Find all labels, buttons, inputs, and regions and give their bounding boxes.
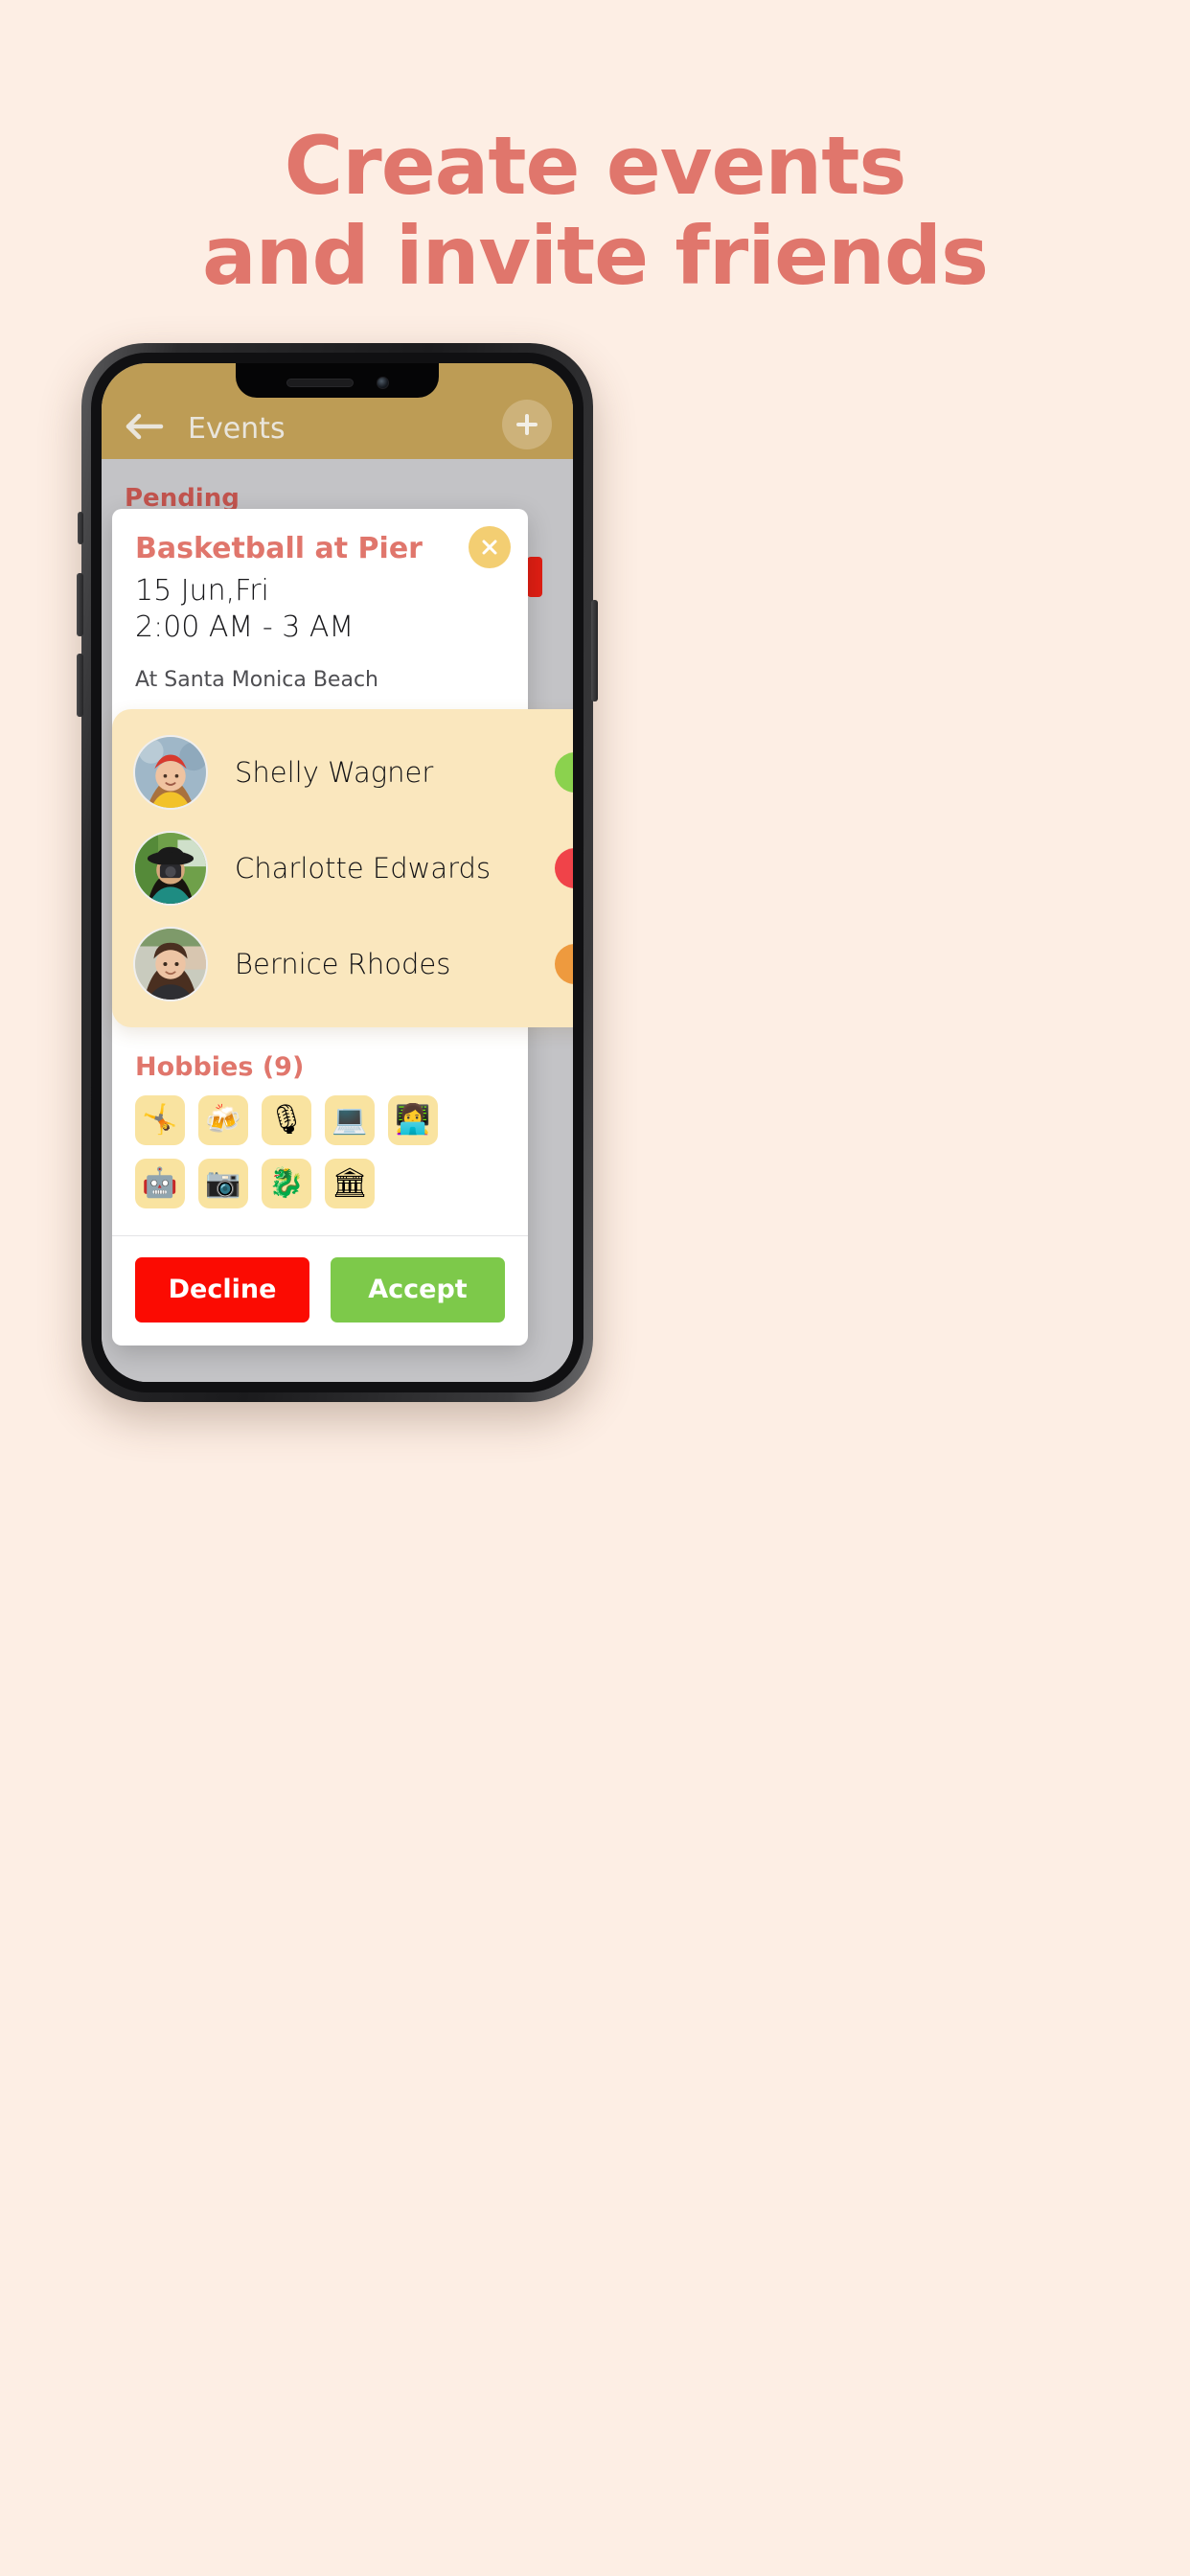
back-arrow-icon[interactable] — [123, 407, 167, 446]
technologist-icon[interactable]: 👩‍💻 — [388, 1094, 438, 1145]
bg-card-status-chip — [527, 557, 542, 597]
laptop-icon[interactable]: 💻 — [325, 1094, 375, 1145]
hobbies-title: Hobbies (9) — [135, 1051, 305, 1082]
event-title: Basketball at Pier — [135, 532, 423, 565]
power-button[interactable] — [591, 600, 598, 702]
status-badge[interactable] — [555, 751, 573, 793]
event-location: At Santa Monica Beach — [135, 667, 378, 692]
phone-bezel: Events Pending 1 B 1 A o — [91, 353, 584, 1392]
promo-headline: Create events and invite friends — [0, 121, 1190, 301]
modal-body: Basketball at Pier 15 Jun,Fri 2:00 AM - … — [112, 509, 573, 1235]
earpiece-speaker-icon — [286, 378, 354, 387]
list-item[interactable]: Bernice Rhodes — [112, 916, 573, 1012]
close-x-icon — [482, 540, 497, 555]
hobbies-grid: 🤸 🍻 🎙 💻 👩‍💻 🤖 📷 🐉 🏛 — [135, 1094, 490, 1235]
event-invite-modal: Basketball at Pier 15 Jun,Fri 2:00 AM - … — [112, 509, 573, 1346]
event-time: 2:00 AM - 3 AM — [135, 610, 355, 645]
phone-mockup: Events Pending 1 B 1 A o — [77, 343, 598, 1402]
list-item[interactable]: Charlotte Edwards — [112, 820, 573, 916]
phone-notch — [236, 363, 439, 398]
cartwheel-icon[interactable]: 🤸 — [135, 1094, 185, 1145]
attendee-name: Shelly Wagner — [235, 755, 434, 789]
beers-icon[interactable]: 🍻 — [198, 1094, 248, 1145]
attendee-name: Bernice Rhodes — [235, 947, 451, 980]
front-camera-icon — [376, 376, 389, 389]
modal-actions: Decline Accept — [112, 1234, 528, 1346]
plus-icon — [516, 414, 538, 435]
headline-line-1: Create events — [284, 119, 907, 213]
classical-building-icon[interactable]: 🏛 — [325, 1158, 375, 1208]
microphone-icon[interactable]: 🎙 — [262, 1094, 311, 1145]
add-event-button[interactable] — [502, 400, 552, 449]
attendee-list: Shelly Wagner Charlotte Edwards Bernice … — [112, 708, 573, 1027]
accept-button[interactable]: Accept — [331, 1256, 505, 1322]
headline-line-2: and invite friends — [201, 209, 989, 303]
avatar-shelly-wagner — [133, 734, 208, 810]
page-title: Events — [188, 412, 286, 446]
volume-down-button[interactable] — [77, 654, 83, 717]
avatar-bernice-rhodes — [133, 926, 208, 1001]
attendee-name: Charlotte Edwards — [235, 851, 492, 885]
phone-screen: Events Pending 1 B 1 A o — [102, 363, 573, 1382]
decline-button[interactable]: Decline — [135, 1256, 309, 1322]
volume-up-button[interactable] — [77, 573, 83, 636]
robot-icon[interactable]: 🤖 — [135, 1158, 185, 1208]
list-item[interactable]: Shelly Wagner — [112, 724, 573, 820]
camera-icon[interactable]: 📷 — [198, 1158, 248, 1208]
status-badge[interactable] — [555, 943, 573, 984]
event-date: 15 Jun,Fri — [135, 574, 269, 608]
dragon-icon[interactable]: 🐉 — [262, 1158, 311, 1208]
avatar-charlotte-edwards — [133, 830, 208, 906]
close-modal-button[interactable] — [469, 526, 511, 568]
status-badge[interactable] — [555, 847, 573, 888]
silent-switch[interactable] — [78, 512, 83, 544]
